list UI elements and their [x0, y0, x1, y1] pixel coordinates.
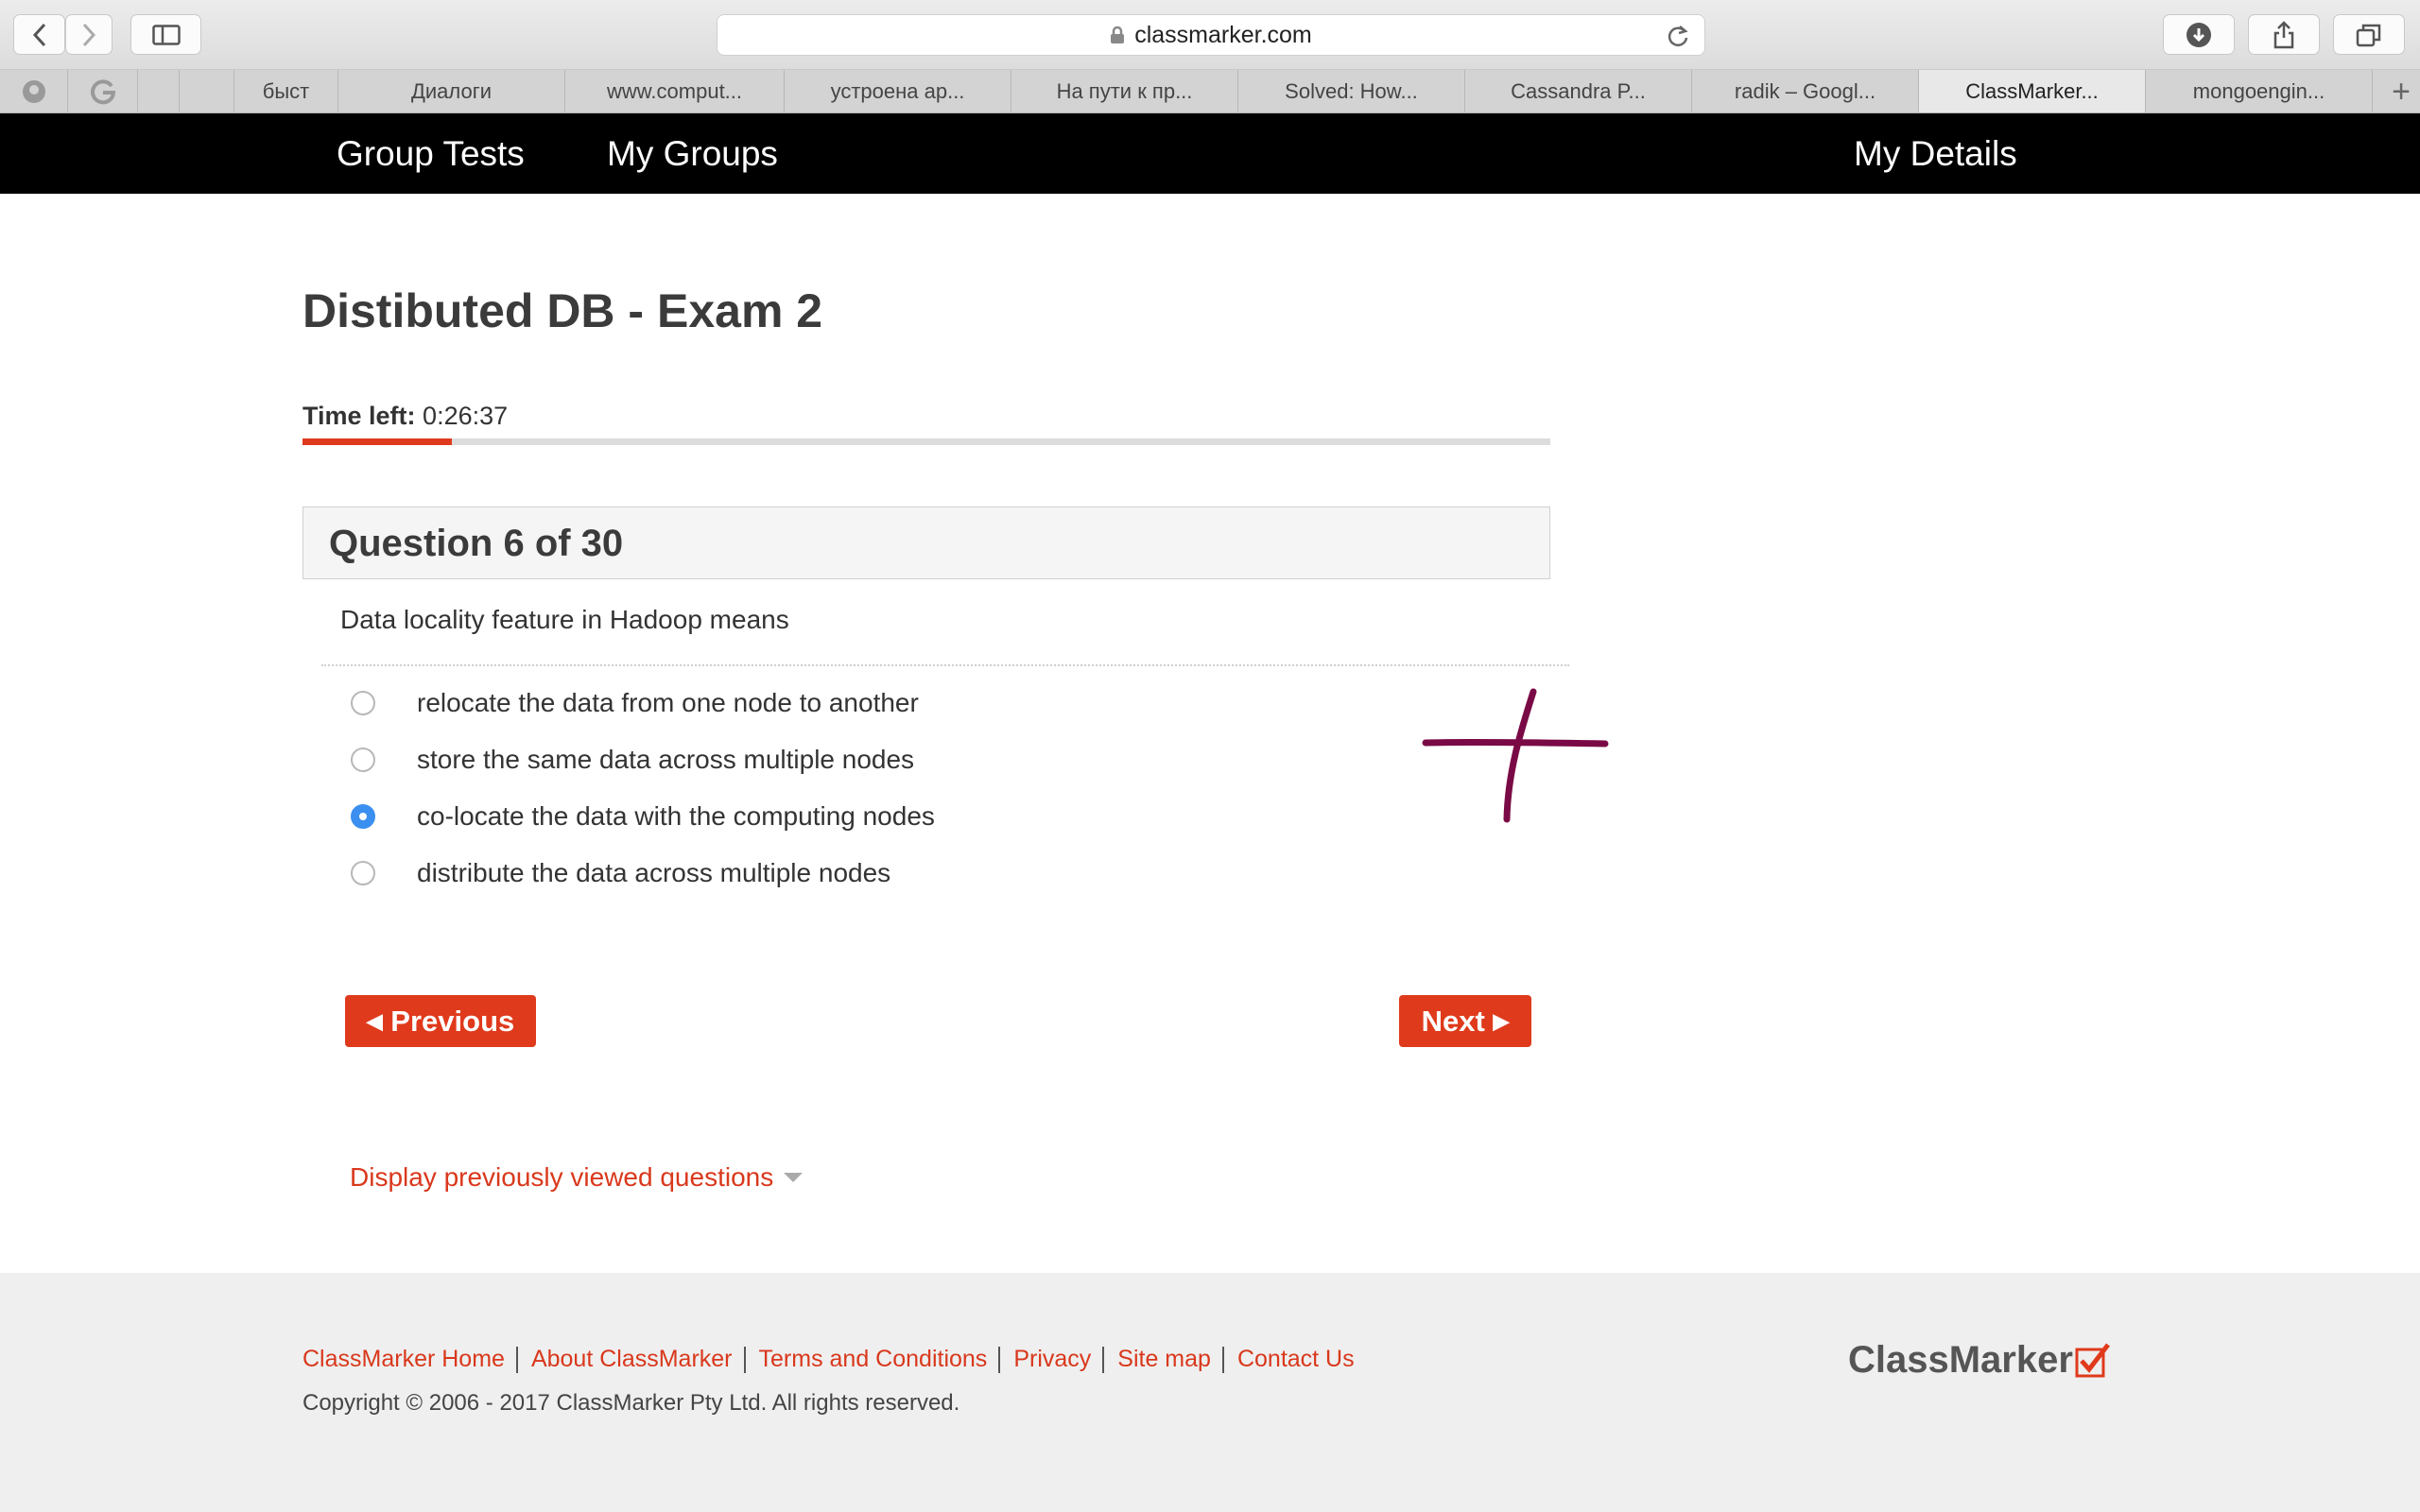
page-title: Distibuted DB - Exam 2	[302, 284, 823, 337]
time-left-label: Time left:	[302, 402, 416, 430]
tab-0[interactable]: быст	[234, 70, 338, 112]
pinned-tab-blank-2[interactable]	[180, 70, 234, 112]
footer-link-sitemap[interactable]: Site map	[1117, 1346, 1211, 1373]
time-left-value: 0:26:37	[423, 402, 509, 430]
downloads-button[interactable]	[2163, 14, 2235, 55]
copyright: Copyright © 2006 - 2017 ClassMarker Pty …	[302, 1390, 960, 1416]
answer-option[interactable]: distribute the data across multiple node…	[351, 854, 890, 892]
logo-text: ClassMarker	[1848, 1339, 2073, 1381]
question-text: Data locality feature in Hadoop means	[340, 605, 789, 634]
forward-button[interactable]	[65, 14, 112, 55]
nav-my-groups[interactable]: My Groups	[607, 134, 778, 174]
pinned-tab-google[interactable]	[68, 70, 138, 112]
address-bar[interactable]: classmarker.com	[717, 14, 1705, 56]
footer-links: ClassMarker Home About ClassMarker Terms…	[302, 1346, 1355, 1373]
answer-label[interactable]: relocate the data from one node to anoth…	[417, 688, 919, 718]
footer-link-terms[interactable]: Terms and Conditions	[759, 1346, 988, 1373]
footer-link-about[interactable]: About ClassMarker	[531, 1346, 733, 1373]
tab-2[interactable]: www.comput...	[565, 70, 785, 112]
reload-icon[interactable]	[1667, 24, 1689, 48]
answer-option[interactable]: co-locate the data with the computing no…	[351, 798, 935, 835]
download-icon	[2187, 22, 2211, 47]
back-button[interactable]	[13, 14, 65, 55]
classmarker-logo[interactable]: ClassMarker	[1848, 1339, 2111, 1382]
divider	[321, 664, 1569, 666]
display-previous-questions-link[interactable]: Display previously viewed questions	[350, 1162, 804, 1193]
tab-3[interactable]: устроена ар...	[785, 70, 1011, 112]
tab-6[interactable]: Cassandra P...	[1465, 70, 1692, 112]
tab-5[interactable]: Solved: How...	[1238, 70, 1465, 112]
chevron-right-icon	[82, 23, 96, 46]
question-number: Question 6 of 30	[329, 523, 624, 564]
tab-4[interactable]: На пути к пр...	[1011, 70, 1238, 112]
pinned-tab-blank[interactable]	[138, 70, 180, 112]
nav-my-details[interactable]: My Details	[1854, 134, 2017, 174]
share-button[interactable]	[2248, 14, 2320, 55]
radio-button[interactable]	[351, 691, 375, 715]
next-label: Next	[1421, 1004, 1485, 1038]
radio-button[interactable]	[351, 804, 375, 829]
tabs-overview-button[interactable]	[2333, 14, 2405, 55]
handwritten-cross-annotation	[1422, 688, 1609, 823]
radio-button[interactable]	[351, 747, 375, 772]
pinned-tab-github[interactable]	[0, 70, 68, 112]
separator	[1102, 1346, 1105, 1373]
caret-right-icon: ▶	[1493, 1008, 1510, 1033]
separator	[998, 1346, 1001, 1373]
tabs-icon	[2356, 24, 2381, 46]
answer-option[interactable]: relocate the data from one node to anoth…	[351, 684, 919, 722]
site-nav: Group Tests My Groups My Details	[0, 113, 2420, 194]
nav-group-tests[interactable]: Group Tests	[337, 134, 525, 174]
tab-bar: быст Диалоги www.comput... устроена ар..…	[0, 70, 2420, 113]
google-icon	[90, 78, 115, 104]
time-left: Time left: 0:26:37	[302, 402, 508, 431]
answer-label[interactable]: distribute the data across multiple node…	[417, 858, 890, 888]
tab-8-active[interactable]: ClassMarker...	[1919, 70, 2146, 112]
next-button[interactable]: Next ▶	[1399, 995, 1531, 1047]
previous-button[interactable]: ◀ Previous	[345, 995, 536, 1047]
tab-1[interactable]: Диалоги	[338, 70, 565, 112]
tab-9[interactable]: mongoengin...	[2146, 70, 2373, 112]
new-tab-button[interactable]: +	[2392, 76, 2411, 108]
tab-7[interactable]: radik – Googl...	[1692, 70, 1919, 112]
time-progress-fill	[302, 438, 453, 445]
separator	[515, 1346, 518, 1373]
question-header: Question 6 of 30	[302, 507, 1550, 579]
display-previous-label: Display previously viewed questions	[350, 1162, 774, 1192]
answer-label[interactable]: store the same data across multiple node…	[417, 745, 914, 775]
browser-toolbar: classmarker.com	[0, 0, 2420, 70]
footer-link-contact[interactable]: Contact Us	[1237, 1346, 1355, 1373]
chevron-left-icon	[32, 23, 45, 46]
footer-link-privacy[interactable]: Privacy	[1013, 1346, 1091, 1373]
sidebar-icon	[151, 24, 181, 45]
answer-label[interactable]: co-locate the data with the computing no…	[417, 801, 935, 832]
radio-button[interactable]	[351, 861, 375, 885]
checkmark-icon	[2075, 1342, 2110, 1377]
time-progress-bar	[302, 438, 1550, 445]
url-text: classmarker.com	[1134, 21, 1312, 48]
previous-label: Previous	[390, 1004, 515, 1038]
sidebar-button[interactable]	[130, 14, 201, 55]
separator	[1221, 1346, 1224, 1373]
caret-left-icon: ◀	[366, 1008, 383, 1033]
footer-link-home[interactable]: ClassMarker Home	[302, 1346, 505, 1373]
share-icon	[2273, 20, 2294, 48]
lock-icon	[1111, 26, 1125, 43]
github-icon	[22, 79, 45, 103]
answer-option[interactable]: store the same data across multiple node…	[351, 741, 914, 779]
separator	[743, 1346, 746, 1373]
caret-down-icon	[784, 1173, 804, 1182]
footer: ClassMarker Home About ClassMarker Terms…	[0, 1273, 2420, 1512]
